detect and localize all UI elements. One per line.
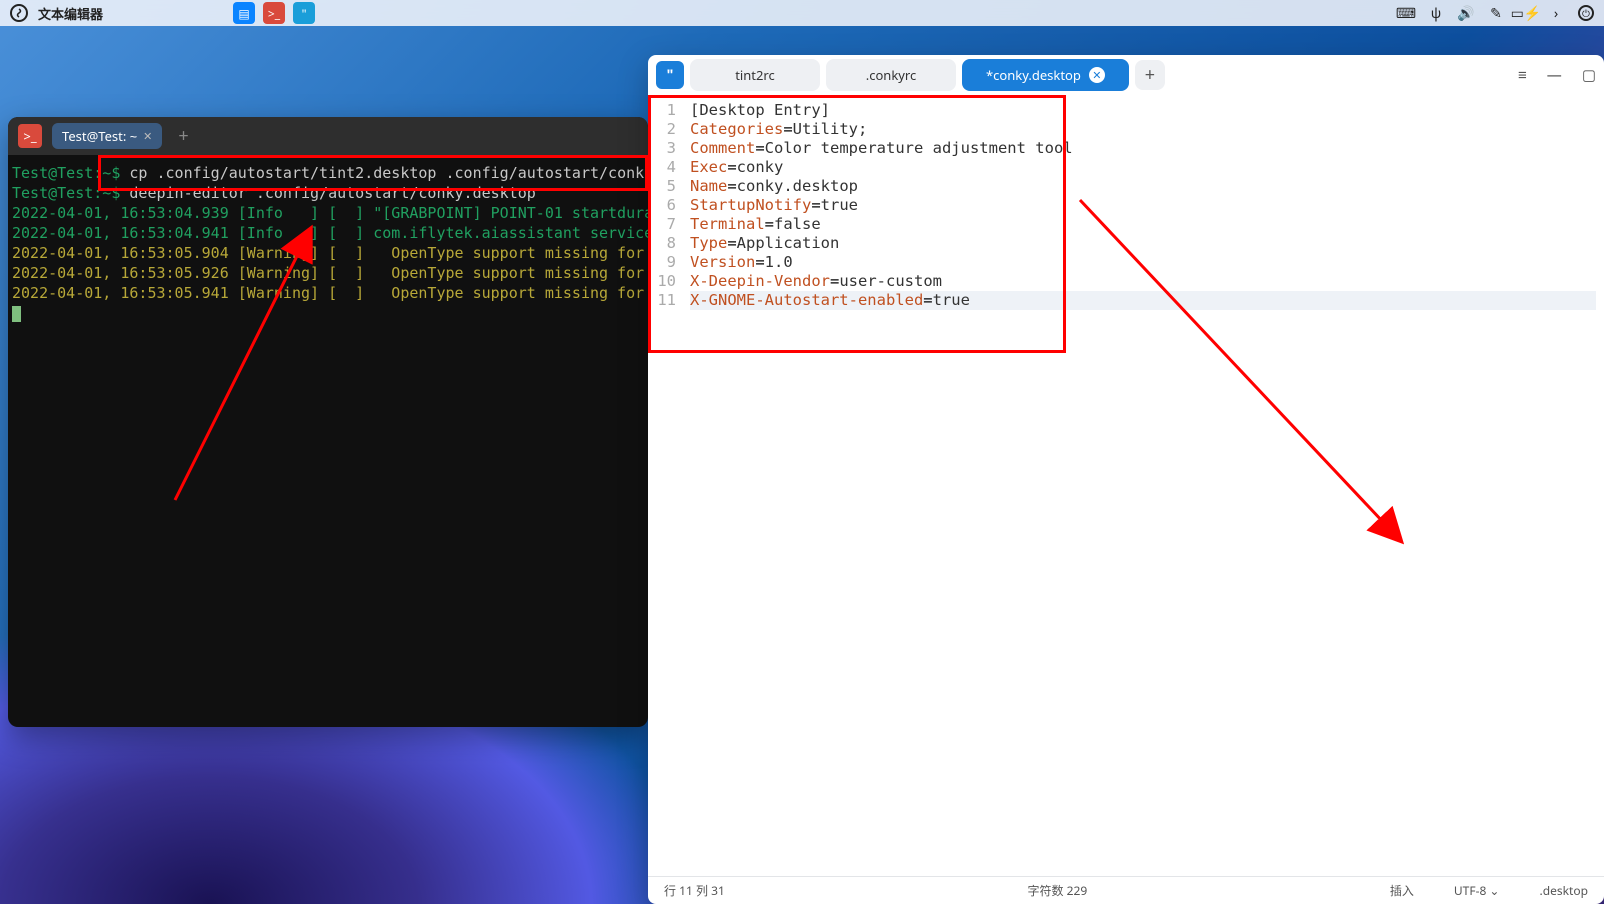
system-menubar: 文本编辑器 ▤ >_ " ⌨ ψ 🔊 ✎ ▭⚡ › ⏻ <box>0 0 1604 26</box>
terminal-tab[interactable]: Test@Test: ~ ✕ <box>52 123 162 149</box>
battery-icon[interactable]: ▭⚡ <box>1518 5 1534 21</box>
keyboard-icon[interactable]: ⌨ <box>1398 5 1414 21</box>
terminal-new-tab-button[interactable]: + <box>172 124 194 148</box>
taskbar-icon-editor[interactable]: " <box>293 2 315 24</box>
active-app-name: 文本编辑器 <box>38 4 103 23</box>
terminal-app-icon: >_ <box>18 124 42 148</box>
editor-app-icon: " <box>656 61 684 89</box>
taskbar-icon-terminal[interactable]: >_ <box>263 2 285 24</box>
terminal-tab-title: Test@Test: ~ <box>62 127 137 145</box>
editor-tab[interactable]: tint2rc <box>690 59 820 91</box>
editor-tabbar: " tint2rc.conkyrc *conky.desktop ✕ + ≡ — ▢ <box>648 55 1604 95</box>
editor-tab[interactable]: *conky.desktop ✕ <box>962 59 1129 91</box>
editor-tab[interactable]: .conkyrc <box>826 59 956 91</box>
status-char-count: 字符数 229 <box>1028 882 1088 899</box>
power-icon[interactable]: ⏻ <box>1578 5 1594 21</box>
editor-window: " tint2rc.conkyrc *conky.desktop ✕ + ≡ — ▢… <box>648 55 1604 904</box>
hamburger-menu-icon[interactable]: ≡ <box>1518 65 1527 85</box>
editor-body[interactable]: 1234567891011 [Desktop Entry]Categories=… <box>648 95 1604 876</box>
volume-icon[interactable]: 🔊 <box>1458 5 1474 21</box>
editor-statusbar: 行 11 列 31 字符数 229 插入 UTF-8 ⌄ .desktop <box>648 876 1604 904</box>
maximize-button[interactable]: ▢ <box>1582 65 1596 85</box>
usb-icon[interactable]: ψ <box>1428 5 1444 21</box>
editor-code-area[interactable]: [Desktop Entry]Categories=Utility;Commen… <box>682 95 1604 876</box>
terminal-tabbar: >_ Test@Test: ~ ✕ + <box>8 117 648 155</box>
brush-icon[interactable]: ✎ <box>1488 5 1504 21</box>
terminal-output[interactable]: Test@Test:~$ cp .config/autostart/tint2.… <box>8 155 648 331</box>
editor-tab-label: *conky.desktop <box>986 66 1081 84</box>
status-insert-mode[interactable]: 插入 <box>1390 882 1414 899</box>
status-filetype[interactable]: .desktop <box>1540 882 1589 899</box>
status-cursor-pos: 行 11 列 31 <box>664 882 725 899</box>
terminal-window: >_ Test@Test: ~ ✕ + Test@Test:~$ cp .con… <box>8 117 648 727</box>
taskbar-icon-filemanager[interactable]: ▤ <box>233 2 255 24</box>
deepin-logo-icon[interactable] <box>10 4 28 22</box>
status-encoding[interactable]: UTF-8 ⌄ <box>1454 882 1500 899</box>
editor-gutter: 1234567891011 <box>648 95 682 876</box>
close-icon[interactable]: ✕ <box>1089 67 1105 83</box>
close-icon[interactable]: ✕ <box>143 129 152 144</box>
minimize-button[interactable]: — <box>1547 65 1562 85</box>
chevron-right-icon[interactable]: › <box>1548 5 1564 21</box>
editor-new-tab-button[interactable]: + <box>1135 60 1165 90</box>
